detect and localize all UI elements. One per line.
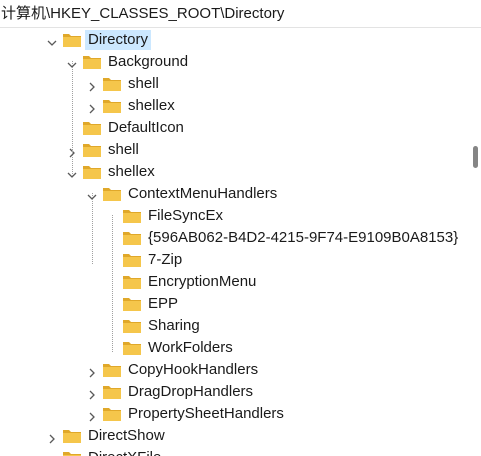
folder-icon <box>102 76 122 92</box>
folder-icon <box>122 296 142 312</box>
tree-node[interactable]: PropertySheetHandlers <box>0 403 466 425</box>
tree-node[interactable]: CopyHookHandlers <box>0 359 466 381</box>
tree-node-label[interactable]: CopyHookHandlers <box>128 360 258 380</box>
folder-icon <box>122 274 142 290</box>
tree-node[interactable]: shell <box>0 139 466 161</box>
tree-node[interactable]: shellex <box>0 161 466 183</box>
tree-node-label[interactable]: PropertySheetHandlers <box>128 404 284 424</box>
chevron-right-icon[interactable] <box>47 431 57 444</box>
folder-icon <box>102 362 122 378</box>
tree-node[interactable]: Directory <box>0 29 466 51</box>
tree-node-label[interactable]: shell <box>128 74 159 94</box>
tree-node-label[interactable]: {596AB062-B4D2-4215-9F74-E9109B0A8153} <box>148 228 458 248</box>
folder-icon <box>122 252 142 268</box>
tree-node-label[interactable]: shellex <box>128 96 175 116</box>
tree-node[interactable]: {596AB062-B4D2-4215-9F74-E9109B0A8153} <box>0 227 466 249</box>
tree-node[interactable]: EncryptionMenu <box>0 271 466 293</box>
folder-icon <box>102 186 122 202</box>
folder-icon <box>82 120 102 136</box>
tree-node[interactable]: DragDropHandlers <box>0 381 466 403</box>
tree-connector-line <box>92 193 93 264</box>
tree-node-label[interactable]: DirectShow <box>88 426 165 446</box>
chevron-right-icon[interactable] <box>87 365 97 378</box>
tree-node[interactable]: shellex <box>0 95 466 117</box>
tree-node-label[interactable]: DragDropHandlers <box>128 382 253 402</box>
tree-node-label[interactable]: 7-Zip <box>148 250 182 270</box>
tree-node-label[interactable]: FileSyncEx <box>148 206 223 226</box>
folder-icon <box>102 384 122 400</box>
tree-node-label[interactable]: shell <box>108 140 139 160</box>
tree-node-label[interactable]: ContextMenuHandlers <box>128 184 277 204</box>
folder-icon <box>102 98 122 114</box>
registry-tree[interactable]: Directory Background shell shellex DefaultIc… <box>0 28 466 456</box>
folder-icon <box>62 428 82 444</box>
chevron-right-icon[interactable] <box>87 387 97 400</box>
vertical-scrollbar[interactable] <box>466 28 481 456</box>
chevron-right-icon[interactable] <box>87 101 97 114</box>
folder-icon <box>62 450 82 456</box>
tree-node[interactable]: shell <box>0 73 466 95</box>
folder-icon <box>82 142 102 158</box>
folder-icon <box>82 164 102 180</box>
folder-icon <box>122 230 142 246</box>
folder-icon <box>102 406 122 422</box>
tree-node-label[interactable]: shellex <box>108 162 155 182</box>
scrollbar-thumb[interactable] <box>473 146 478 168</box>
folder-icon <box>122 318 142 334</box>
tree-node-label[interactable]: Background <box>108 52 188 72</box>
folder-icon <box>122 340 142 356</box>
tree-node-label[interactable]: DefaultIcon <box>108 118 184 138</box>
tree-node[interactable]: Sharing <box>0 315 466 337</box>
tree-node-label[interactable]: EPP <box>148 294 178 314</box>
tree-node[interactable]: DefaultIcon <box>0 117 466 139</box>
tree-node-label[interactable]: EncryptionMenu <box>148 272 256 292</box>
tree-node[interactable]: FileSyncEx <box>0 205 466 227</box>
chevron-right-icon[interactable] <box>87 409 97 422</box>
tree-node[interactable]: ContextMenuHandlers <box>0 183 466 205</box>
tree-node[interactable]: EPP <box>0 293 466 315</box>
address-bar[interactable]: 计算机\HKEY_CLASSES_ROOT\Directory <box>0 0 481 28</box>
address-path[interactable]: 计算机\HKEY_CLASSES_ROOT\Directory <box>1 4 284 24</box>
tree-node[interactable]: DirectXFile <box>0 447 466 456</box>
tree-connector-line <box>112 215 113 352</box>
tree-node-label[interactable]: Directory <box>85 30 152 50</box>
tree-node[interactable]: 7-Zip <box>0 249 466 271</box>
tree-node-label[interactable]: Sharing <box>148 316 200 336</box>
folder-icon <box>122 208 142 224</box>
tree-node-label[interactable]: DirectXFile <box>88 448 161 456</box>
folder-icon <box>62 32 82 48</box>
tree-node[interactable]: WorkFolders <box>0 337 466 359</box>
tree-node[interactable]: DirectShow <box>0 425 466 447</box>
tree-node[interactable]: Background <box>0 51 466 73</box>
chevron-right-icon[interactable] <box>87 79 97 92</box>
tree-connector-line <box>72 61 73 176</box>
tree-node-label[interactable]: WorkFolders <box>148 338 233 358</box>
chevron-down-icon[interactable] <box>47 35 57 46</box>
folder-icon <box>82 54 102 70</box>
